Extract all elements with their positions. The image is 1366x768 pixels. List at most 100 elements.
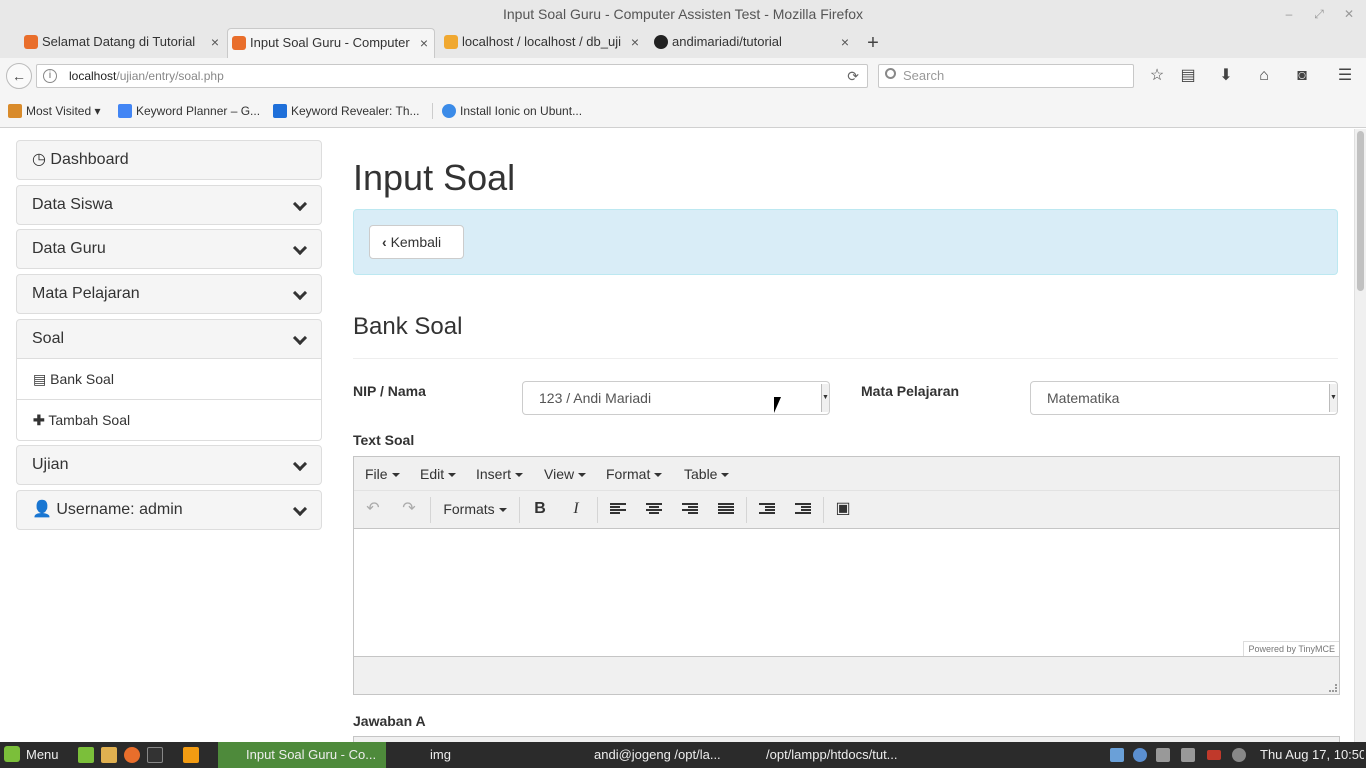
folder-icon bbox=[8, 104, 22, 118]
tab-close-icon[interactable]: × bbox=[420, 29, 428, 57]
bookmark-keyword-planner[interactable]: Keyword Planner – G... bbox=[118, 94, 260, 128]
formats-dropdown[interactable]: Formats bbox=[438, 495, 512, 523]
tab-github[interactable]: andimariadi/tutorial × bbox=[650, 28, 855, 58]
site-info-icon[interactable]: i bbox=[43, 69, 57, 83]
resize-handle-icon[interactable] bbox=[1329, 684, 1337, 692]
insert-image-icon[interactable]: ▣ bbox=[828, 495, 858, 523]
dashboard-icon: ◷ bbox=[32, 151, 46, 168]
start-menu-button[interactable]: Menu bbox=[4, 742, 66, 768]
url-bar[interactable]: i localhost/ujian/entry/soal.php ⟳ bbox=[36, 64, 868, 88]
dropbox-icon[interactable] bbox=[1110, 748, 1124, 762]
powered-by-tinymce[interactable]: Powered by TinyMCE bbox=[1243, 641, 1339, 656]
search-input[interactable]: Search bbox=[878, 64, 1134, 88]
toolbar-separator bbox=[823, 497, 824, 523]
mapel-select[interactable]: Matematika ▼ bbox=[1030, 381, 1338, 415]
search-placeholder: Search bbox=[903, 68, 945, 83]
taskbar-item-img[interactable]: img bbox=[394, 742, 554, 768]
sidebar-subitem-tambah-soal[interactable]: ✚ Tambah Soal bbox=[16, 400, 322, 441]
menu-edit[interactable]: Edit bbox=[420, 457, 457, 491]
tab-phpmyadmin[interactable]: localhost / localhost / db_uji × bbox=[440, 28, 645, 58]
network-icon[interactable] bbox=[1156, 748, 1170, 762]
bookmark-star-icon[interactable]: ☆ bbox=[1145, 64, 1169, 88]
menu-insert[interactable]: Insert bbox=[476, 457, 524, 491]
toolbar-separator bbox=[597, 497, 598, 523]
maximize-button[interactable]: ⤢ bbox=[1307, 0, 1331, 28]
nip-label: NIP / Nama bbox=[353, 383, 426, 399]
sidebar-sublabel: ▤ Bank Soal bbox=[33, 371, 114, 387]
bookmark-keyword-revealer[interactable]: Keyword Revealer: Th... bbox=[273, 94, 420, 128]
hamburger-menu-icon[interactable]: ☰ bbox=[1333, 64, 1357, 88]
tab-close-icon[interactable]: × bbox=[211, 28, 219, 56]
close-window-button[interactable]: ✕ bbox=[1337, 0, 1361, 28]
toolbar-separator bbox=[430, 497, 431, 523]
sidebar-label: Soal bbox=[32, 330, 65, 347]
outdent-icon[interactable] bbox=[751, 495, 781, 523]
align-center-icon[interactable] bbox=[638, 495, 668, 523]
download-icon[interactable]: ⬇ bbox=[1214, 64, 1238, 88]
back-button[interactable]: ← bbox=[6, 63, 32, 89]
redo-icon[interactable]: ↷ bbox=[394, 495, 424, 523]
sidebar-item-data-siswa[interactable]: Data Siswa bbox=[16, 185, 322, 225]
italic-icon[interactable]: I bbox=[561, 495, 591, 523]
dropdown-arrow-icon: ▼ bbox=[821, 384, 829, 412]
tab-selamat-datang[interactable]: Selamat Datang di Tutorial × bbox=[20, 28, 225, 58]
menu-table[interactable]: Table bbox=[684, 457, 730, 491]
bookmark-install-ionic[interactable]: Install Ionic on Ubunt... bbox=[442, 94, 582, 128]
new-tab-button[interactable]: + bbox=[862, 28, 884, 58]
volume-icon[interactable] bbox=[1181, 748, 1195, 762]
settings-gear-icon[interactable] bbox=[1232, 748, 1246, 762]
nip-select[interactable]: 123 / Andi Mariadi ▼ bbox=[522, 381, 830, 415]
align-right-icon[interactable] bbox=[674, 495, 704, 523]
bookmarks-toolbar: Most Visited ▾ Keyword Planner – G... Ke… bbox=[0, 94, 1366, 128]
mapel-selected-value: Matematika bbox=[1047, 390, 1120, 406]
editor-content-area[interactable]: Powered by TinyMCE bbox=[354, 530, 1339, 656]
reading-list-icon[interactable]: ▤ bbox=[1176, 64, 1200, 88]
shield-icon[interactable] bbox=[1133, 748, 1147, 762]
text-soal-editor: File Edit Insert View Format Table ↶ ↷ F… bbox=[353, 456, 1340, 695]
taskbar-item-sublime[interactable]: /opt/lampp/htdocs/tut... bbox=[740, 742, 908, 768]
tab-close-icon[interactable]: × bbox=[631, 28, 639, 56]
sidebar-item-username[interactable]: 👤 Username: admin bbox=[16, 490, 322, 530]
files-icon[interactable] bbox=[101, 747, 117, 763]
tab-input-soal[interactable]: Input Soal Guru - Computer × bbox=[227, 28, 435, 58]
sidebar-item-data-guru[interactable]: Data Guru bbox=[16, 229, 322, 269]
minimize-button[interactable]: – bbox=[1277, 0, 1301, 28]
page-scrollbar[interactable] bbox=[1354, 129, 1366, 742]
tab-close-icon[interactable]: × bbox=[841, 28, 849, 56]
sidebar-item-soal[interactable]: Soal bbox=[16, 319, 322, 359]
bookmark-separator bbox=[432, 103, 433, 119]
bookmark-most-visited[interactable]: Most Visited ▾ bbox=[8, 94, 101, 128]
taskbar-item-terminal[interactable]: andi@jogeng /opt/la... bbox=[566, 742, 734, 768]
bold-icon[interactable]: B bbox=[525, 495, 555, 523]
firefox-launcher-icon[interactable] bbox=[124, 747, 140, 763]
sidebar-item-dashboard[interactable]: ◷ Dashboard bbox=[16, 140, 322, 180]
ionic-icon bbox=[442, 104, 456, 118]
chevron-down-icon bbox=[292, 501, 308, 517]
divider bbox=[353, 358, 1338, 359]
mouse-cursor-icon bbox=[774, 397, 781, 413]
undo-icon[interactable]: ↶ bbox=[358, 495, 388, 523]
sidebar-item-mata-pelajaran[interactable]: Mata Pelajaran bbox=[16, 274, 322, 314]
sidebar-subitem-bank-soal[interactable]: ▤ Bank Soal bbox=[16, 359, 322, 400]
reload-icon[interactable]: ⟳ bbox=[847, 65, 859, 87]
chevron-down-icon bbox=[292, 240, 308, 256]
phpmyadmin-favicon-icon bbox=[444, 35, 458, 49]
sidebar-item-ujian[interactable]: Ujian bbox=[16, 445, 322, 485]
align-left-icon[interactable] bbox=[602, 495, 632, 523]
kembali-button[interactable]: ‹ Kembali bbox=[369, 225, 464, 259]
pocket-icon[interactable]: ◙ bbox=[1290, 64, 1314, 88]
battery-icon[interactable] bbox=[1207, 750, 1221, 760]
clock[interactable]: Thu Aug 17, 10:50 bbox=[1260, 742, 1364, 768]
sublime-launcher-icon[interactable] bbox=[183, 747, 199, 763]
align-justify-icon[interactable] bbox=[710, 495, 740, 523]
menu-file[interactable]: File bbox=[365, 457, 400, 491]
nip-selected-value: 123 / Andi Mariadi bbox=[539, 390, 652, 406]
show-desktop-icon[interactable] bbox=[78, 747, 94, 763]
menu-view[interactable]: View bbox=[544, 457, 587, 491]
indent-icon[interactable] bbox=[787, 495, 817, 523]
terminal-launcher-icon[interactable] bbox=[147, 747, 163, 763]
home-icon[interactable]: ⌂ bbox=[1252, 64, 1276, 88]
scrollbar-thumb[interactable] bbox=[1357, 131, 1364, 291]
taskbar-item-firefox[interactable]: Input Soal Guru - Co... bbox=[218, 742, 386, 768]
menu-format[interactable]: Format bbox=[606, 457, 663, 491]
